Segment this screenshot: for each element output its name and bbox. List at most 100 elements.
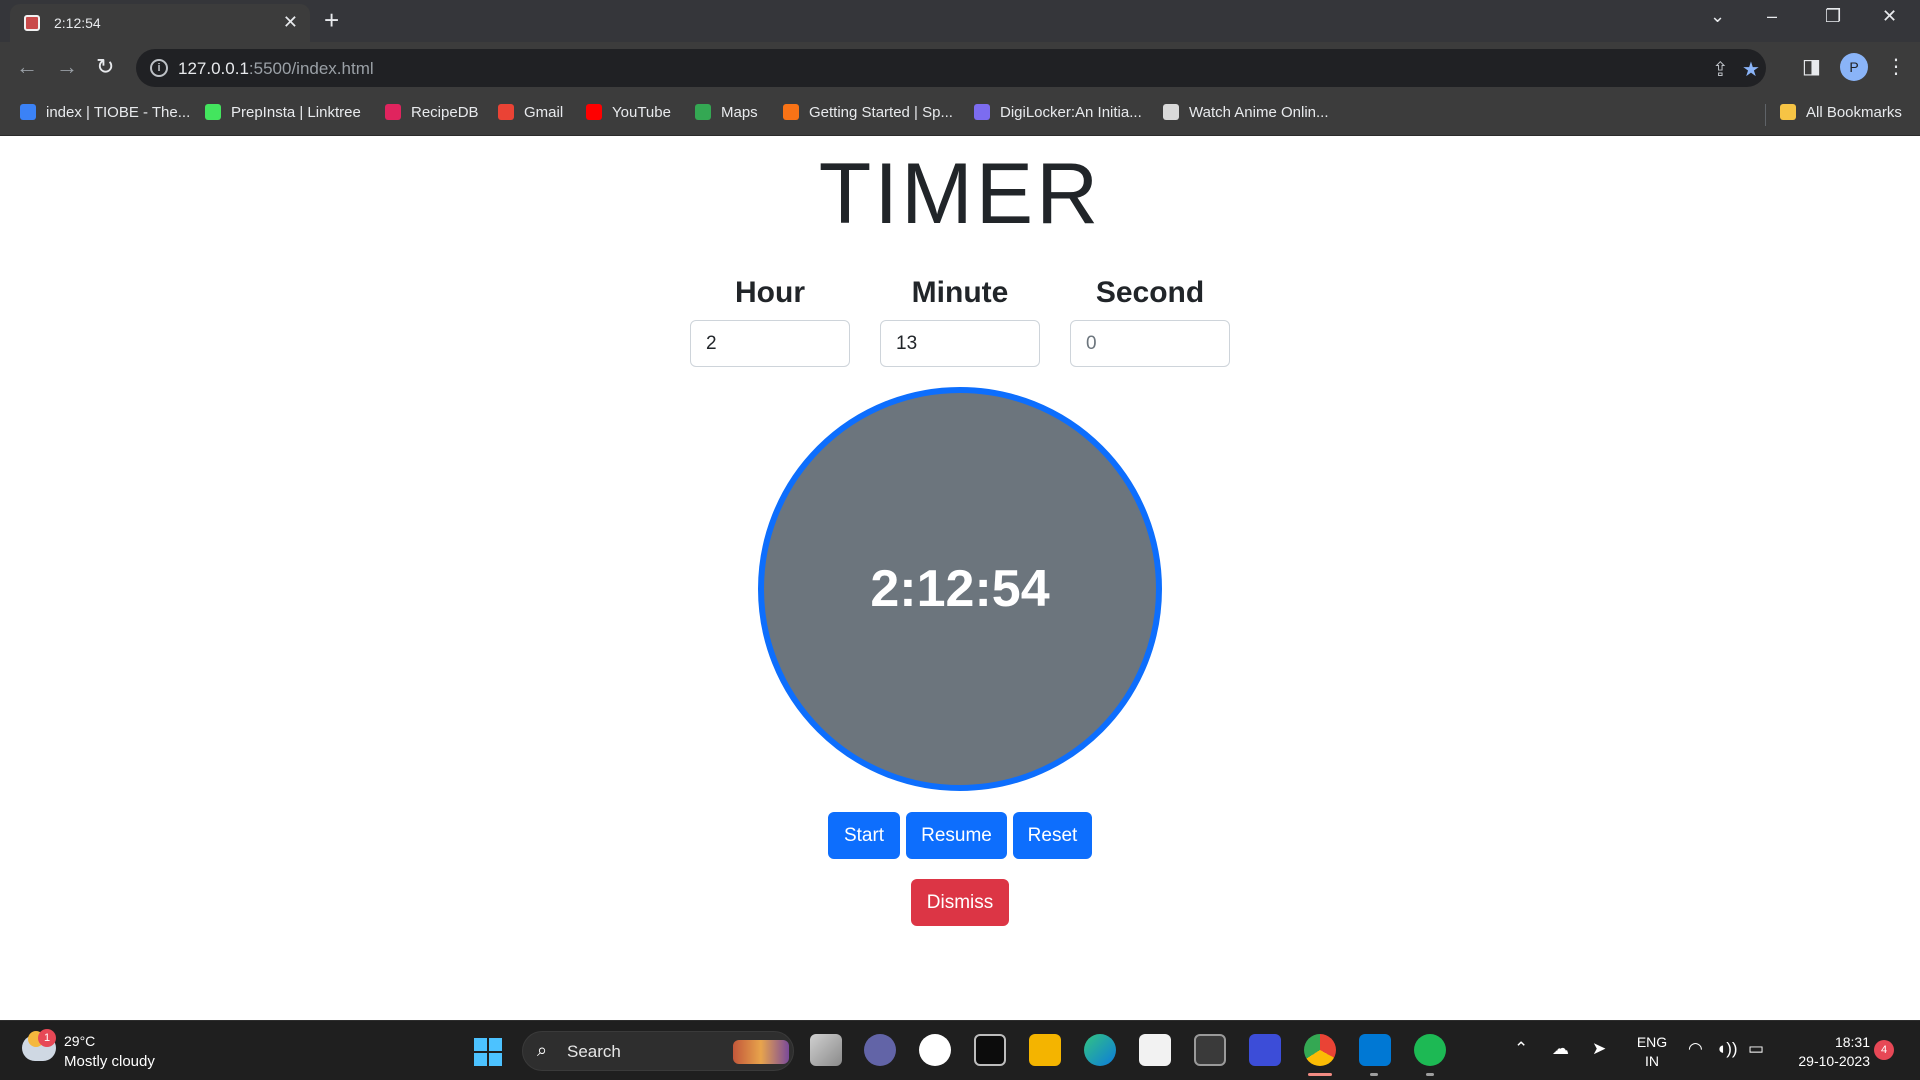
weather-description[interactable]: Mostly cloudy — [64, 1053, 155, 1070]
bookmark-item[interactable]: RecipeDB — [385, 104, 479, 121]
start-button[interactable]: Start — [828, 812, 900, 859]
volume-icon[interactable]: ◖)) — [1716, 1039, 1738, 1059]
bookmark-item[interactable]: DigiLocker:An Initia... — [974, 104, 1142, 121]
bookmark-star-icon[interactable]: ★ — [1742, 57, 1760, 82]
address-bar[interactable]: i 127.0.0.1:5500/index.html ⇪ ★ — [136, 49, 1766, 87]
tab-title: 2:12:54 — [54, 15, 101, 31]
clock[interactable]: 18:31 29-10-2023 — [1780, 1033, 1870, 1071]
resume-button[interactable]: Resume — [906, 812, 1007, 859]
hour-input[interactable] — [690, 320, 850, 367]
bookmark-label: Getting Started | Sp... — [809, 104, 953, 121]
bookmark-item[interactable]: index | TIOBE - The... — [20, 104, 190, 121]
bookmark-item[interactable]: Gmail — [498, 104, 563, 121]
battery-icon[interactable]: ▭ — [1748, 1039, 1764, 1059]
forward-icon[interactable]: → — [56, 54, 78, 80]
close-tab-icon[interactable]: ✕ — [283, 12, 298, 33]
gmail-icon — [498, 104, 514, 120]
reload-icon[interactable]: ↻ — [96, 54, 114, 80]
url-host: 127.0.0.1 — [178, 59, 249, 78]
minimize-icon[interactable]: – — [1767, 6, 1777, 27]
bookmark-item[interactable]: PrepInsta | Linktree — [205, 104, 361, 121]
unity-hub-icon[interactable] — [1194, 1034, 1226, 1066]
digilocker-icon — [974, 104, 990, 120]
bookmark-label: DigiLocker:An Initia... — [1000, 104, 1142, 121]
spotify-icon[interactable] — [1414, 1034, 1446, 1066]
search-highlight-image — [733, 1040, 789, 1064]
back-icon[interactable]: ← — [16, 54, 38, 80]
maps-icon — [695, 104, 711, 120]
hour-label: Hour — [735, 276, 805, 309]
chrome-icon[interactable] — [1304, 1034, 1336, 1066]
second-label: Second — [1095, 276, 1205, 309]
clock-date: 29-10-2023 — [1798, 1053, 1870, 1069]
all-bookmarks-button[interactable]: All Bookmarks — [1780, 104, 1902, 121]
menu-dots-icon[interactable]: ⋮ — [1886, 54, 1906, 79]
minute-input[interactable] — [880, 320, 1040, 367]
site-info-icon[interactable]: i — [150, 59, 168, 77]
microsoft-store-icon[interactable] — [1139, 1034, 1171, 1066]
youtube-icon — [586, 104, 602, 120]
search-label: Search — [567, 1042, 621, 1061]
windows-start-icon[interactable] — [474, 1038, 502, 1066]
browser-tab-strip: 2:12:54 ✕ + ⌄ – ❐ ✕ — [0, 0, 1920, 42]
mathway-icon[interactable] — [1249, 1034, 1281, 1066]
show-hidden-icons-chevron-icon[interactable]: ⌃ — [1514, 1039, 1528, 1059]
bookmark-label: YouTube — [612, 104, 671, 121]
tiobe-icon — [20, 104, 36, 120]
taskbar-search[interactable]: ⌕ Search — [522, 1031, 794, 1071]
tab-search-chevron-icon[interactable]: ⌄ — [1710, 6, 1725, 27]
close-window-icon[interactable]: ✕ — [1882, 6, 1897, 27]
weather-badge: 1 — [38, 1029, 56, 1047]
task-view-icon[interactable] — [810, 1034, 842, 1066]
spotify-running-indicator — [1426, 1073, 1434, 1076]
url-text[interactable]: 127.0.0.1:5500/index.html — [178, 59, 374, 79]
bookmark-item[interactable]: Watch Anime Onlin... — [1163, 104, 1329, 121]
anime-icon — [1163, 104, 1179, 120]
bookmark-label: index | TIOBE - The... — [46, 104, 191, 121]
bookmark-label: Gmail — [524, 104, 564, 121]
url-path: :5500/index.html — [248, 59, 374, 78]
browser-tab[interactable]: 2:12:54 ✕ — [10, 4, 310, 42]
recipedb-icon — [385, 104, 401, 120]
bookmark-label: Watch Anime Onlin... — [1189, 104, 1329, 121]
minute-label: Minute — [911, 276, 1009, 309]
language-code: ENG — [1636, 1034, 1668, 1050]
linktree-icon — [205, 104, 221, 120]
page-title: TIMER — [818, 146, 1102, 242]
notification-badge[interactable]: 4 — [1874, 1040, 1894, 1060]
bookmark-item[interactable]: Getting Started | Sp... — [783, 104, 953, 121]
terminal-icon[interactable] — [974, 1034, 1006, 1066]
location-icon[interactable]: ➤ — [1592, 1039, 1606, 1059]
bookmarks-bar: index | TIOBE - The... PrepInsta | Linkt… — [0, 94, 1920, 136]
messenger-icon[interactable] — [919, 1034, 951, 1066]
profile-avatar[interactable]: P — [1840, 53, 1868, 81]
bookmark-label: Maps — [721, 104, 758, 121]
input-language-indicator[interactable]: ENG IN — [1634, 1033, 1670, 1071]
browser-toolbar: ← → ↻ i 127.0.0.1:5500/index.html ⇪ ★ ◨ … — [0, 42, 1920, 94]
timer-display: 2:12:54 — [870, 560, 1050, 618]
bookmarks-divider — [1765, 104, 1766, 126]
vscode-icon[interactable] — [1359, 1034, 1391, 1066]
search-icon: ⌕ — [537, 1040, 548, 1060]
reset-button[interactable]: Reset — [1013, 812, 1092, 859]
edge-icon[interactable] — [1084, 1034, 1116, 1066]
folder-icon — [1780, 104, 1796, 120]
weather-temperature[interactable]: 29°C — [64, 1033, 95, 1049]
file-explorer-icon[interactable] — [1029, 1034, 1061, 1066]
second-input[interactable] — [1070, 320, 1230, 367]
timer-circle: 2:12:54 — [758, 387, 1162, 791]
bookmark-item[interactable]: YouTube — [586, 104, 671, 121]
wifi-icon[interactable]: ◠ — [1688, 1039, 1703, 1059]
bookmark-item[interactable]: Maps — [695, 104, 758, 121]
restore-icon[interactable]: ❐ — [1825, 6, 1841, 27]
bookmark-label: PrepInsta | Linktree — [231, 104, 361, 121]
clock-time: 18:31 — [1834, 1034, 1870, 1050]
dismiss-button[interactable]: Dismiss — [911, 879, 1009, 926]
teams-chat-icon[interactable] — [864, 1034, 896, 1066]
side-panel-icon[interactable]: ◨ — [1802, 54, 1821, 79]
onedrive-icon[interactable]: ☁ — [1552, 1039, 1569, 1059]
windows-taskbar: 1 29°C Mostly cloudy ⌕ Search ⌃ ☁ ➤ ENG … — [0, 1020, 1920, 1080]
new-tab-icon[interactable]: + — [324, 5, 339, 36]
share-icon[interactable]: ⇪ — [1712, 57, 1729, 82]
chrome-active-indicator — [1308, 1073, 1332, 1076]
